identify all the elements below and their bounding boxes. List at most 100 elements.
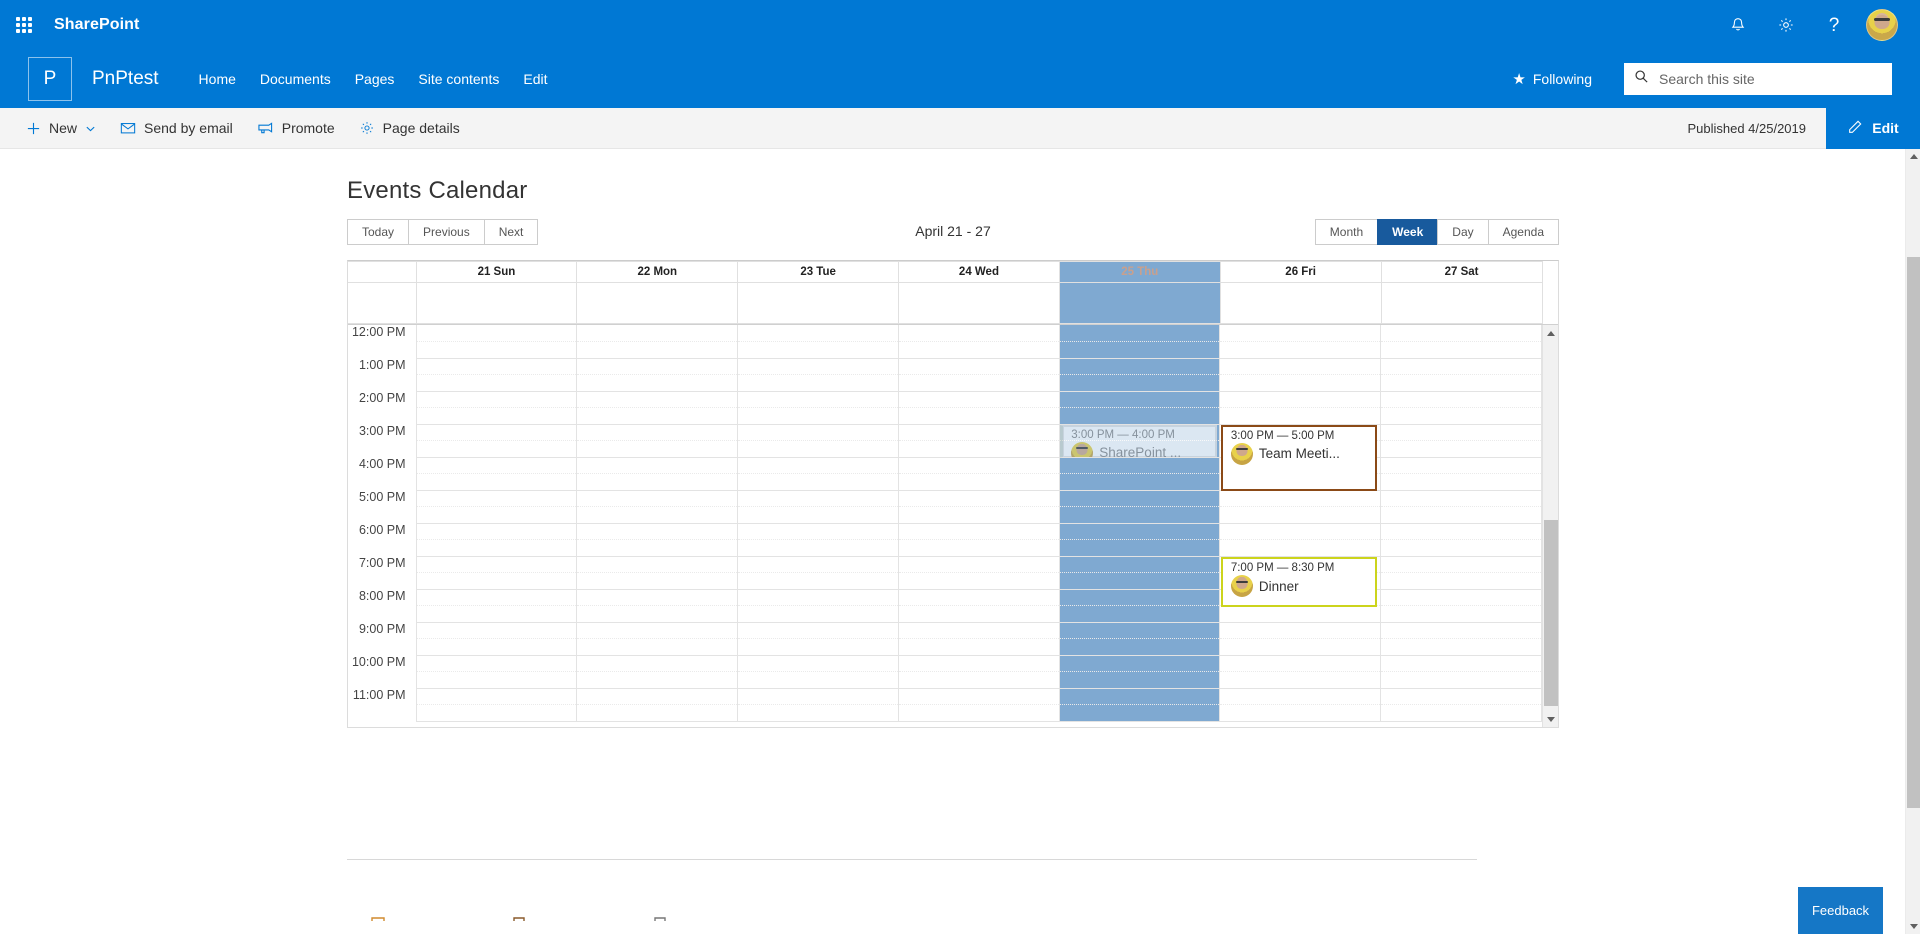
search-input[interactable] (1657, 70, 1882, 88)
slot-d2-r10-1[interactable] (737, 671, 899, 689)
slot-d6-r4-0[interactable] (1380, 457, 1542, 474)
slot-d0-r10-1[interactable] (415, 671, 577, 689)
slot-d6-r5-1[interactable] (1380, 506, 1542, 524)
day-header-27-sat[interactable]: 27 Sat (1380, 261, 1543, 283)
slot-d3-r9-0[interactable] (897, 622, 1060, 639)
day-header-26-fri[interactable]: 26 Fri (1219, 261, 1382, 283)
slot-d6-r10-0[interactable] (1380, 655, 1542, 672)
slot-d6-r5-0[interactable] (1380, 490, 1542, 507)
slot-d6-r2-1[interactable] (1380, 407, 1542, 425)
slot-d1-r11-0[interactable] (576, 688, 738, 705)
slot-d4-r6-0[interactable] (1058, 523, 1220, 540)
slot-d4-r10-0[interactable] (1058, 655, 1220, 672)
slot-d4-r5-0[interactable] (1058, 490, 1220, 507)
search-box[interactable] (1624, 63, 1892, 95)
slot-d5-r2-0[interactable] (1219, 391, 1381, 408)
edit-page-button[interactable]: Edit (1826, 107, 1920, 149)
slot-d0-r4-1[interactable] (415, 473, 577, 491)
slot-d4-r10-1[interactable] (1058, 671, 1220, 689)
slot-d2-r1-1[interactable] (737, 374, 899, 392)
slot-d1-r0-1[interactable] (576, 341, 738, 359)
calendar-time-grid-scroll[interactable]: 12:00 PM 1:00 PM 2:00 PM 3:00 PM 4:00 PM 5:00… (348, 324, 1558, 727)
slot-d5-r5-1[interactable] (1219, 506, 1381, 524)
slot-d0-r1-0[interactable] (415, 358, 577, 375)
suite-title[interactable]: SharePoint (54, 16, 139, 34)
slot-d3-r0-1[interactable] (897, 341, 1060, 359)
slot-d1-r11-1[interactable] (576, 704, 738, 722)
slot-d4-r9-0[interactable] (1058, 622, 1220, 639)
slot-d2-r4-0[interactable] (737, 457, 899, 474)
slot-d0-r5-1[interactable] (415, 506, 577, 524)
day-header-25-thu-today[interactable]: 25 Thu (1058, 261, 1221, 283)
slot-d3-r8-1[interactable] (897, 605, 1060, 623)
slot-d1-r8-0[interactable] (576, 589, 738, 606)
view-month-button[interactable]: Month (1314, 219, 1379, 245)
slot-d6-r11-1[interactable] (1380, 704, 1542, 722)
day-header-22-mon[interactable]: 22 Mon (576, 261, 739, 283)
slot-d1-r10-0[interactable] (576, 655, 738, 672)
slot-d1-r10-1[interactable] (576, 671, 738, 689)
all-day-cell-24-wed[interactable] (898, 282, 1060, 324)
slot-d2-r9-0[interactable] (737, 622, 899, 639)
slot-d4-r8-1[interactable] (1058, 605, 1220, 623)
help-button[interactable]: ? (1810, 0, 1858, 50)
slot-d0-r2-0[interactable] (415, 391, 577, 408)
scroll-down-arrow-icon[interactable] (1543, 711, 1558, 727)
slot-d6-r9-0[interactable] (1380, 622, 1542, 639)
view-agenda-button[interactable]: Agenda (1487, 219, 1559, 245)
slot-d3-r1-1[interactable] (897, 374, 1060, 392)
slot-d0-r0-1[interactable] (415, 341, 577, 359)
slot-d2-r0-1[interactable] (737, 341, 899, 359)
slot-d0-r6-1[interactable] (415, 539, 577, 557)
slot-d1-r9-0[interactable] (576, 622, 738, 639)
slot-d0-r8-0[interactable] (415, 589, 577, 606)
slot-d2-r5-1[interactable] (737, 506, 899, 524)
slot-d0-r9-0[interactable] (415, 622, 577, 639)
slot-d1-r3-0[interactable] (576, 424, 738, 441)
slot-d3-r4-1[interactable] (897, 473, 1060, 491)
slot-d6-r0-1[interactable] (1380, 341, 1542, 359)
all-day-cell-22-mon[interactable] (576, 282, 739, 324)
slot-d1-r6-1[interactable] (576, 539, 738, 557)
slot-d4-r2-0[interactable] (1058, 391, 1220, 408)
slot-d0-r11-0[interactable] (415, 688, 577, 705)
nav-item-edit[interactable]: Edit (511, 65, 559, 93)
slot-d2-r10-0[interactable] (737, 655, 899, 672)
scroll-up-arrow-icon[interactable] (1543, 325, 1558, 341)
slot-d3-r5-0[interactable] (897, 490, 1060, 507)
slot-d0-r7-0[interactable] (415, 556, 577, 573)
slot-d5-r1-0[interactable] (1219, 358, 1381, 375)
slot-d0-r6-0[interactable] (415, 523, 577, 540)
slot-d2-r4-1[interactable] (737, 473, 899, 491)
slot-d0-r8-1[interactable] (415, 605, 577, 623)
slot-d5-r6-0[interactable] (1219, 523, 1381, 540)
slot-d3-r6-1[interactable] (897, 539, 1060, 557)
slot-d1-r2-1[interactable] (576, 407, 738, 425)
day-header-23-tue[interactable]: 23 Tue (737, 261, 900, 283)
slot-d0-r10-0[interactable] (415, 655, 577, 672)
slot-d6-r1-1[interactable] (1380, 374, 1542, 392)
slot-d2-r9-1[interactable] (737, 638, 899, 656)
slot-d2-r11-0[interactable] (737, 688, 899, 705)
slot-d4-r7-0[interactable] (1058, 556, 1220, 573)
slot-d2-r2-0[interactable] (737, 391, 899, 408)
slot-d2-r8-1[interactable] (737, 605, 899, 623)
slot-d0-r3-0[interactable] (415, 424, 577, 441)
nav-item-pages[interactable]: Pages (343, 65, 407, 93)
slot-d4-r0-1[interactable] (1058, 341, 1220, 359)
following-button[interactable]: ★ Following (1512, 71, 1592, 87)
slot-d1-r1-1[interactable] (576, 374, 738, 392)
slot-d0-r5-0[interactable] (415, 490, 577, 507)
slot-d1-r1-0[interactable] (576, 358, 738, 375)
slot-d6-r6-1[interactable] (1380, 539, 1542, 557)
all-day-cell-27-sat[interactable] (1380, 282, 1543, 324)
slot-d3-r6-0[interactable] (897, 523, 1060, 540)
day-header-24-wed[interactable]: 24 Wed (898, 261, 1060, 283)
all-day-cell-21-sun[interactable] (415, 282, 578, 324)
slot-d6-r3-1[interactable] (1380, 440, 1542, 458)
slot-d3-r3-1[interactable] (897, 440, 1060, 458)
slot-d6-r1-0[interactable] (1380, 358, 1542, 375)
slot-d3-r8-0[interactable] (897, 589, 1060, 606)
slot-d0-r2-1[interactable] (415, 407, 577, 425)
slot-d6-r10-1[interactable] (1380, 671, 1542, 689)
